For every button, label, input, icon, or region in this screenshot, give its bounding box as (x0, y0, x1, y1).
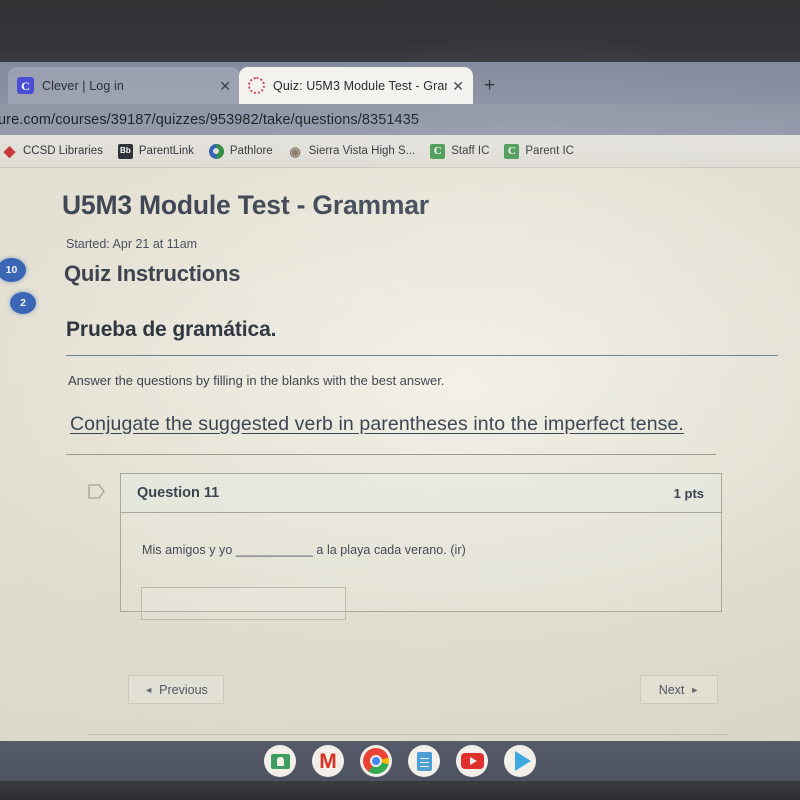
section-heading: Prueba de gramática. (66, 318, 277, 341)
answer-input[interactable] (141, 587, 346, 620)
red-diamond-icon: ◆ (3, 142, 16, 160)
shelf-item-gmail[interactable]: M (312, 745, 344, 777)
question-points: 1 pts (673, 485, 704, 501)
page-title: U5M3 Module Test - Grammar (62, 190, 429, 220)
page-viewport: 10 2 U5M3 Module Test - Grammar Started:… (0, 168, 800, 741)
infinite-campus-icon: C (430, 143, 446, 159)
monitor-bezel-bottom (0, 781, 800, 800)
chevron-left-icon: ◄ (144, 684, 154, 695)
canvas-spinner-icon (248, 77, 265, 94)
monitor-bezel-top (0, 0, 800, 62)
chevron-right-icon: ► (690, 684, 700, 695)
youtube-icon (460, 753, 484, 769)
quiz-content: U5M3 Module Test - Grammar Started: Apr … (0, 168, 800, 741)
browser-tab-strip: C Clever | Log in ✕ Quiz: U5M3 Module Te… (0, 62, 800, 104)
bookmark-label: Staff IC (451, 145, 490, 157)
bookmarks-bar: ◆ CCSD Libraries Bb ParentLink Pathlore … (0, 135, 800, 168)
bookmark-ccsd-libraries[interactable]: ◆ CCSD Libraries (2, 144, 103, 159)
bookmark-pathlore[interactable]: Pathlore (208, 143, 273, 159)
bookmark-label: Parent IC (525, 145, 574, 157)
quiz-started-timestamp: Started: Apr 21 at 11am (66, 237, 198, 251)
divider-rule-bottom (66, 454, 716, 455)
question-card-header: Question 11 1 pts (121, 474, 721, 513)
bookmark-label: Pathlore (229, 145, 273, 157)
google-classroom-icon (270, 753, 290, 769)
shelf-item-chrome[interactable] (360, 745, 392, 777)
mascot-icon: ◉ (289, 143, 301, 159)
bookmark-label: CCSD Libraries (23, 145, 103, 157)
shelf-item-youtube[interactable] (456, 745, 488, 777)
pathlore-circle-icon (208, 143, 224, 159)
next-button-label: Next (658, 682, 685, 697)
tab-title-quiz: Quiz: U5M3 Module Test - Gramm (273, 78, 448, 93)
close-icon[interactable]: ✕ (219, 79, 231, 93)
chromeos-shelf: M (0, 741, 800, 781)
close-icon[interactable]: ✕ (452, 79, 464, 93)
question-text: Mis amigos y yo ___________ a la playa c… (142, 543, 466, 557)
directive-text: Conjugate the suggested verb in parenthe… (70, 413, 684, 435)
bookmark-label: ParentLink (138, 145, 194, 157)
infinite-campus-icon: C (504, 143, 520, 159)
divider-rule-top (66, 355, 778, 356)
quiz-instructions-heading: Quiz Instructions (64, 261, 241, 286)
chrome-icon (363, 748, 389, 774)
bookmark-label: Sierra Vista High S... (308, 145, 416, 157)
new-tab-button[interactable]: + (484, 76, 495, 95)
shelf-item-play-store[interactable] (504, 745, 536, 777)
tab-title-clever: Clever | Log in (42, 78, 124, 93)
instruction-line: Answer the questions by filling in the b… (68, 373, 445, 388)
content-bottom-edge (88, 734, 728, 735)
gmail-icon: M (319, 749, 337, 773)
shelf-item-google-classroom[interactable] (264, 745, 296, 777)
shelf-item-google-docs[interactable] (408, 745, 440, 777)
question-card: Question 11 1 pts Mis amigos y yo ______… (120, 473, 722, 620)
bookmark-sierra-vista-high-school[interactable]: ◉ Sierra Vista High S... (288, 144, 416, 159)
play-store-icon (514, 751, 531, 771)
browser-tab-clever[interactable]: C Clever | Log in ✕ (8, 67, 240, 104)
bookmark-parentlink[interactable]: Bb ParentLink (117, 143, 194, 159)
previous-button-label: Previous (159, 682, 208, 697)
screen-photo: C Clever | Log in ✕ Quiz: U5M3 Module Te… (0, 0, 800, 800)
next-question-button[interactable]: Next ► (640, 675, 718, 704)
question-card-body: Mis amigos y yo ___________ a la playa c… (121, 513, 721, 620)
url-text: ure.com/courses/39187/quizzes/953982/tak… (0, 111, 420, 128)
bookmark-staff-ic[interactable]: C Staff IC (430, 143, 490, 159)
clever-c-icon: C (17, 77, 34, 94)
address-bar[interactable]: ure.com/courses/39187/quizzes/953982/tak… (0, 104, 800, 135)
blackboard-bb-icon: Bb (117, 143, 133, 159)
bookmark-parent-ic[interactable]: C Parent IC (504, 143, 574, 159)
google-docs-icon (416, 751, 432, 771)
question-number-label: Question 11 (137, 485, 220, 501)
browser-tab-quiz[interactable]: Quiz: U5M3 Module Test - Gramm ✕ (239, 67, 473, 104)
flag-question-icon[interactable] (88, 484, 105, 499)
previous-question-button[interactable]: ◄ Previous (128, 675, 224, 704)
